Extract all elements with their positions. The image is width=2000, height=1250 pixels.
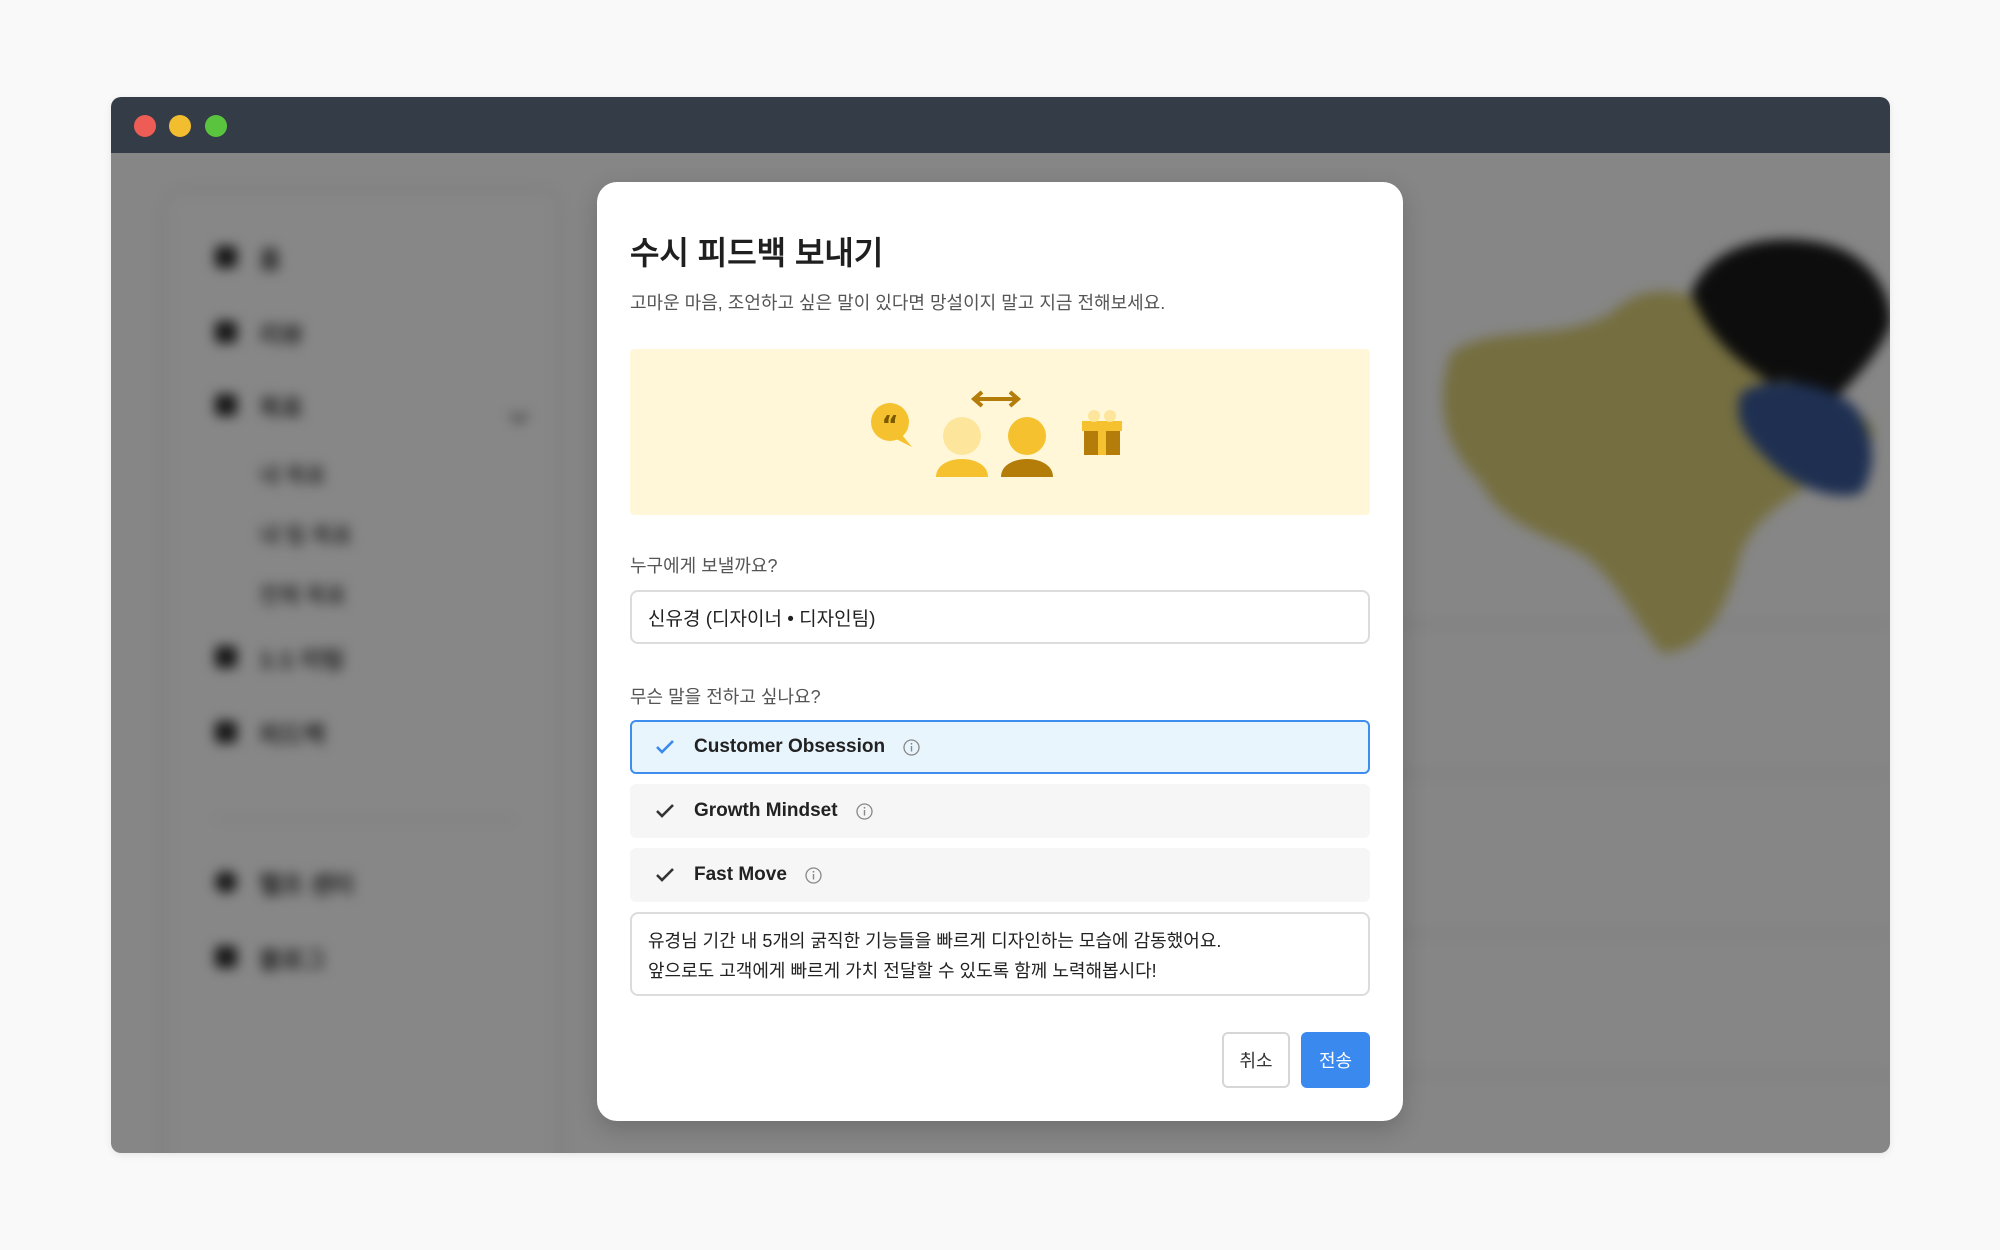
feedback-banner: “ bbox=[630, 349, 1370, 515]
info-icon[interactable] bbox=[855, 802, 873, 820]
maximize-window-button[interactable] bbox=[205, 115, 227, 137]
minimize-window-button[interactable] bbox=[169, 115, 191, 137]
quote-bubble-icon: “ bbox=[871, 403, 912, 447]
modal-description: 고마운 마음, 조언하고 싶은 말이 있다면 망설이지 말고 지금 전해보세요. bbox=[630, 293, 1166, 313]
message-line: 유경님 기간 내 5개의 굵직한 기능들을 빠르게 디자인하는 모습에 감동했어… bbox=[648, 931, 1222, 951]
value-option-label: Fast Move bbox=[694, 864, 787, 885]
feedback-illustration: “ bbox=[871, 390, 1122, 477]
value-option-fast-move[interactable]: Fast Move bbox=[630, 848, 1370, 902]
message-textarea[interactable]: 유경님 기간 내 5개의 굵직한 기능들을 빠르게 디자인하는 모습에 감동했어… bbox=[630, 912, 1370, 996]
checkmark-icon bbox=[654, 736, 676, 758]
recipient-field[interactable]: 신유경 (디자이너 • 디자인팀) bbox=[630, 590, 1370, 644]
modal-title: 수시 피드백 보내기 bbox=[630, 235, 884, 271]
send-button[interactable]: 전송 bbox=[1301, 1032, 1370, 1088]
message-line: 앞으로도 고객에게 빠르게 가치 전달할 수 있도록 함께 노력해봅시다! bbox=[648, 961, 1157, 981]
info-icon[interactable] bbox=[903, 738, 920, 756]
feedback-modal: 수시 피드백 보내기 고마운 마음, 조언하고 싶은 말이 있다면 망설이지 말… bbox=[597, 182, 1403, 1121]
close-window-button[interactable] bbox=[134, 115, 156, 137]
window-titlebar bbox=[111, 97, 1890, 153]
value-option-growth-mindset[interactable]: Growth Mindset bbox=[630, 784, 1370, 838]
info-icon[interactable] bbox=[805, 866, 822, 884]
checkmark-icon bbox=[654, 800, 676, 822]
recipient-value: 신유경 (디자이너 • 디자인팀) bbox=[648, 608, 876, 630]
recipient-label: 누구에게 보낼까요? bbox=[630, 556, 778, 576]
message-label: 무슨 말을 전하고 싶나요? bbox=[630, 687, 821, 707]
gift-icon bbox=[1082, 410, 1122, 455]
value-option-label: Growth Mindset bbox=[694, 800, 838, 821]
checkmark-icon bbox=[654, 864, 676, 886]
cancel-button[interactable]: 취소 bbox=[1222, 1032, 1290, 1088]
value-option-label: Customer Obsession bbox=[694, 736, 886, 757]
svg-text:“: “ bbox=[881, 411, 898, 441]
person-dark-icon bbox=[1001, 417, 1053, 477]
value-option-customer-obsession[interactable]: Customer Obsession bbox=[630, 720, 1370, 774]
person-light-icon bbox=[936, 417, 988, 477]
exchange-arrow-icon bbox=[970, 390, 1022, 408]
